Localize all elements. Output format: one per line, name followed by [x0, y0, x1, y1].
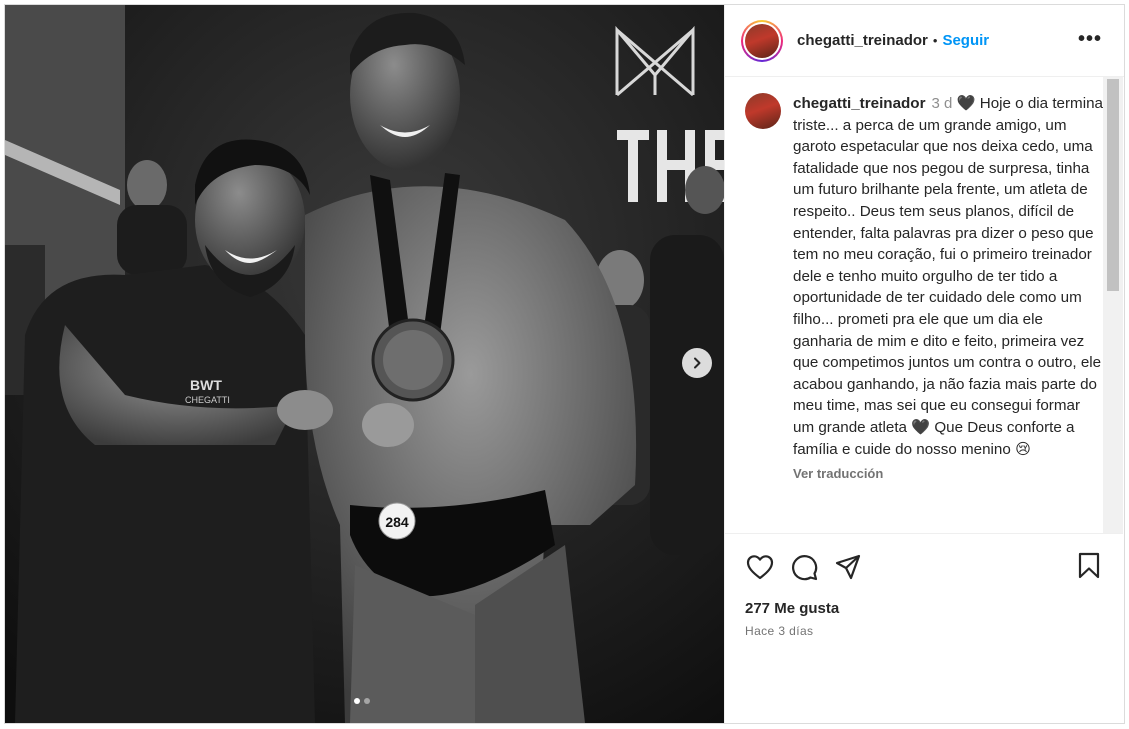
header-separator: • — [932, 33, 938, 48]
follow-button[interactable]: Seguir — [942, 32, 989, 49]
header-username[interactable]: chegatti_treinador — [797, 32, 928, 49]
avatar-inner — [743, 21, 781, 60]
svg-text:BWT: BWT — [190, 377, 222, 393]
post-photo[interactable]: BWT CHEGATTI 284 — [5, 5, 724, 723]
svg-text:CHEGATTI: CHEGATTI — [185, 395, 230, 405]
post-header: chegatti_treinador • Seguir ••• — [725, 5, 1124, 77]
post-photo-image: BWT CHEGATTI 284 — [5, 5, 724, 723]
share-icon — [835, 554, 861, 580]
avatar-image — [745, 23, 779, 58]
bib-number: 284 — [385, 514, 409, 530]
save-button[interactable] — [1077, 552, 1101, 585]
more-options-icon[interactable]: ••• — [1078, 29, 1102, 49]
scrollbar[interactable] — [1103, 77, 1123, 533]
carousel-indicator — [354, 698, 370, 704]
scrollbar-thumb[interactable] — [1107, 79, 1119, 291]
like-button[interactable] — [745, 552, 775, 582]
caption-username[interactable]: chegatti_treinador — [793, 95, 926, 112]
chevron-right-icon — [694, 357, 701, 369]
see-translation-link[interactable]: Ver traducción — [793, 466, 1103, 481]
post-actions: 277 Me gusta Hace 3 días — [725, 533, 1123, 723]
comment-icon — [792, 555, 818, 581]
avatar[interactable] — [741, 19, 783, 62]
caption: chegatti_treinador 3 d 🖤 Hoje o dia termi… — [745, 93, 1103, 481]
caption-body: chegatti_treinador 3 d 🖤 Hoje o dia termi… — [793, 93, 1103, 481]
bookmark-icon — [1078, 552, 1100, 579]
caption-time[interactable]: 3 d — [932, 95, 953, 112]
comment-button[interactable] — [789, 552, 819, 582]
action-bar — [745, 552, 863, 582]
share-button[interactable] — [833, 552, 863, 582]
post-dialog: BWT CHEGATTI 284 chegatti_treinador • Se… — [4, 4, 1125, 724]
post-details-panel: chegatti_treinador • Seguir ••• chegatti… — [724, 5, 1124, 723]
likes-count[interactable]: 277 Me gusta — [745, 600, 839, 617]
post-timestamp[interactable]: Hace 3 días — [745, 624, 813, 638]
caption-avatar[interactable] — [745, 93, 781, 129]
carousel-dot — [354, 698, 360, 704]
caption-header: chegatti_treinador 3 d 🖤 Hoje o dia termi… — [793, 93, 1103, 460]
caption-text: 🖤 Hoje o dia termina triste... a perca d… — [793, 95, 1103, 458]
carousel-dot — [364, 698, 370, 704]
carousel-next-button[interactable] — [682, 348, 712, 378]
heart-icon — [746, 555, 774, 580]
comments-section[interactable]: chegatti_treinador 3 d 🖤 Hoje o dia termi… — [725, 77, 1123, 533]
